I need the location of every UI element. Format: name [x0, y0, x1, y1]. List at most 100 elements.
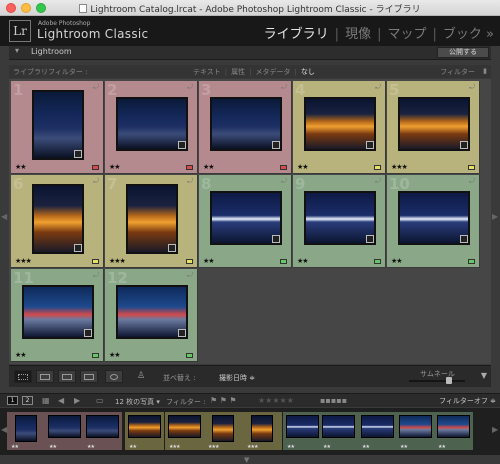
survey-view-button[interactable] [80, 370, 98, 383]
filter-tab-attribute[interactable]: 属性 [231, 68, 245, 76]
rotate-icon[interactable]: ⤾ [93, 83, 99, 92]
filmstrip-thumbnail[interactable]: ★★ [434, 412, 473, 450]
filmstrip-toggle-icon[interactable]: ▼ [244, 456, 249, 464]
star-rating[interactable]: ★★★ [109, 257, 126, 265]
star-rating[interactable]: ★★ [297, 163, 309, 171]
filmstrip-right-icon[interactable]: ▶ [492, 425, 498, 434]
painter-icon[interactable]: ♙ [137, 371, 145, 381]
color-label[interactable] [374, 259, 381, 264]
rotate-icon[interactable]: ⤾ [375, 83, 381, 92]
grid-cell[interactable]: 1 ⤾ ★★ [11, 81, 104, 174]
module-map[interactable]: マップ [387, 27, 426, 42]
filmstrip-thumbnail[interactable]: ★★★ [165, 412, 204, 450]
rotate-icon[interactable]: ⤾ [93, 177, 99, 186]
loupe-view-button[interactable] [36, 370, 54, 383]
second-window-button[interactable]: 2 [22, 396, 33, 405]
people-view-button[interactable] [105, 370, 123, 383]
source-icon[interactable]: ▭ [96, 396, 104, 405]
star-rating[interactable]: ★★ [15, 163, 27, 171]
more-modules-icon[interactable]: » [486, 27, 494, 42]
star-rating[interactable]: ★★★ [15, 257, 32, 265]
grid-cell[interactable]: 10 ⤾ ★★ [387, 175, 480, 268]
collapse-icon[interactable]: ▾ [15, 46, 19, 55]
star-rating[interactable]: ★★ [109, 351, 121, 359]
star-rating[interactable]: ★★ [109, 163, 121, 171]
color-label[interactable] [280, 165, 287, 170]
star-rating[interactable]: ★★ [15, 351, 27, 359]
rotate-icon[interactable]: ⤾ [469, 177, 475, 186]
color-label[interactable] [186, 259, 193, 264]
filter-tab-none[interactable]: なし [301, 68, 315, 76]
left-panel-toggle-icon[interactable]: ◀ [1, 212, 7, 221]
rotate-icon[interactable]: ⤾ [281, 83, 287, 92]
filmstrip-thumbnail[interactable]: ★★★ [243, 412, 282, 450]
filmstrip-left-icon[interactable]: ◀ [1, 425, 7, 434]
filmstrip-thumbnail[interactable]: ★★ [7, 412, 46, 450]
module-library[interactable]: ライブラリ [264, 27, 329, 42]
grid-view-button[interactable] [14, 370, 32, 383]
filter-tab-text[interactable]: テキスト [193, 68, 221, 76]
star-rating[interactable]: ★★ [297, 257, 309, 265]
grid-cell[interactable]: 7 ⤾ ★★★ [105, 175, 198, 268]
sort-dropdown[interactable]: 撮影日時 ≑ [219, 373, 255, 383]
rotate-icon[interactable]: ⤾ [187, 271, 193, 280]
grid-cell[interactable]: 8 ⤾ ★★ [199, 175, 292, 268]
color-label[interactable] [374, 165, 381, 170]
star-rating[interactable]: ★★ [203, 163, 215, 171]
color-label[interactable] [186, 353, 193, 358]
filter-tab-metadata[interactable]: メタデータ [256, 68, 291, 76]
grid-cell[interactable]: 11 ⤾ ★★ [11, 269, 104, 362]
color-label[interactable] [92, 259, 99, 264]
photo-count[interactable]: 12 枚の写真 ▾ [115, 397, 160, 407]
star-rating[interactable]: ★★ [391, 257, 403, 265]
flag-filter-icon[interactable]: ⚑ ⚑ ⚑ [210, 396, 237, 405]
rotate-icon[interactable]: ⤾ [375, 177, 381, 186]
filmstrip: ★★ ★★ ★★ ★★ ★★★ ★★★ ★★★ ★★ ★★ ★★ ★★ ★★ [0, 408, 500, 455]
star-rating[interactable]: ★★ [203, 257, 215, 265]
grid-cell[interactable]: 2 ⤾ ★★ [105, 81, 198, 174]
grid-cell[interactable]: 12 ⤾ ★★ [105, 269, 198, 362]
grid-cell[interactable]: 9 ⤾ ★★ [293, 175, 386, 268]
module-book[interactable]: ブック [443, 27, 482, 42]
filmstrip-thumbnail[interactable]: ★★ [83, 412, 122, 450]
filmstrip-thumbnail[interactable]: ★★ [45, 412, 84, 450]
compare-view-button[interactable] [58, 370, 76, 383]
color-label[interactable] [92, 353, 99, 358]
grid-cell[interactable]: 3 ⤾ ★★ [199, 81, 292, 174]
thumbnail-size-knob[interactable] [445, 377, 452, 384]
filter-preset-label[interactable]: フィルター [440, 67, 475, 77]
star-rating[interactable]: ★★★ [391, 163, 408, 171]
rotate-icon[interactable]: ⤾ [93, 271, 99, 280]
filmstrip-thumbnail[interactable]: ★★ [283, 412, 322, 450]
color-label[interactable] [280, 259, 287, 264]
filmstrip-thumbnail[interactable]: ★★ [125, 412, 164, 450]
grid-cell[interactable]: 4 ⤾ ★★ [293, 81, 386, 174]
thumbnail-size-slider[interactable] [409, 380, 465, 382]
color-filter-icon[interactable]: ▪▪▪▪▪ [320, 396, 347, 405]
forward-icon[interactable]: ▶ [74, 396, 80, 405]
right-panel-toggle-icon[interactable]: ▶ [492, 212, 498, 221]
rotate-icon[interactable]: ⤾ [187, 83, 193, 92]
filmstrip-thumbnail[interactable]: ★★★ [204, 412, 243, 450]
rotate-icon[interactable]: ⤾ [281, 177, 287, 186]
star-filter-icon[interactable]: ★★★★★ [258, 396, 294, 405]
grid-icon[interactable]: ▦ [42, 396, 50, 405]
back-icon[interactable]: ◀ [58, 396, 64, 405]
rotate-icon[interactable]: ⤾ [187, 177, 193, 186]
color-label[interactable] [92, 165, 99, 170]
grid-cell[interactable]: 5 ⤾ ★★★ [387, 81, 480, 174]
color-label[interactable] [468, 165, 475, 170]
toolbar-menu-icon[interactable]: ▼ [481, 371, 487, 380]
publish-button[interactable]: 公開する [437, 47, 489, 58]
grid-cell[interactable]: 6 ⤾ ★★★ [11, 175, 104, 268]
filmstrip-thumbnail[interactable]: ★★ [358, 412, 397, 450]
filmstrip-thumbnail[interactable]: ★★ [319, 412, 358, 450]
main-window-button[interactable]: 1 [7, 396, 18, 405]
module-develop[interactable]: 現像 [345, 27, 371, 42]
rotate-icon[interactable]: ⤾ [469, 83, 475, 92]
color-label[interactable] [186, 165, 193, 170]
filmstrip-thumbnail[interactable]: ★★ [396, 412, 435, 450]
color-label[interactable] [468, 259, 475, 264]
lock-icon[interactable]: ▮ [483, 67, 487, 75]
filter-off-dropdown[interactable]: フィルターオフ ≑ [434, 396, 496, 406]
